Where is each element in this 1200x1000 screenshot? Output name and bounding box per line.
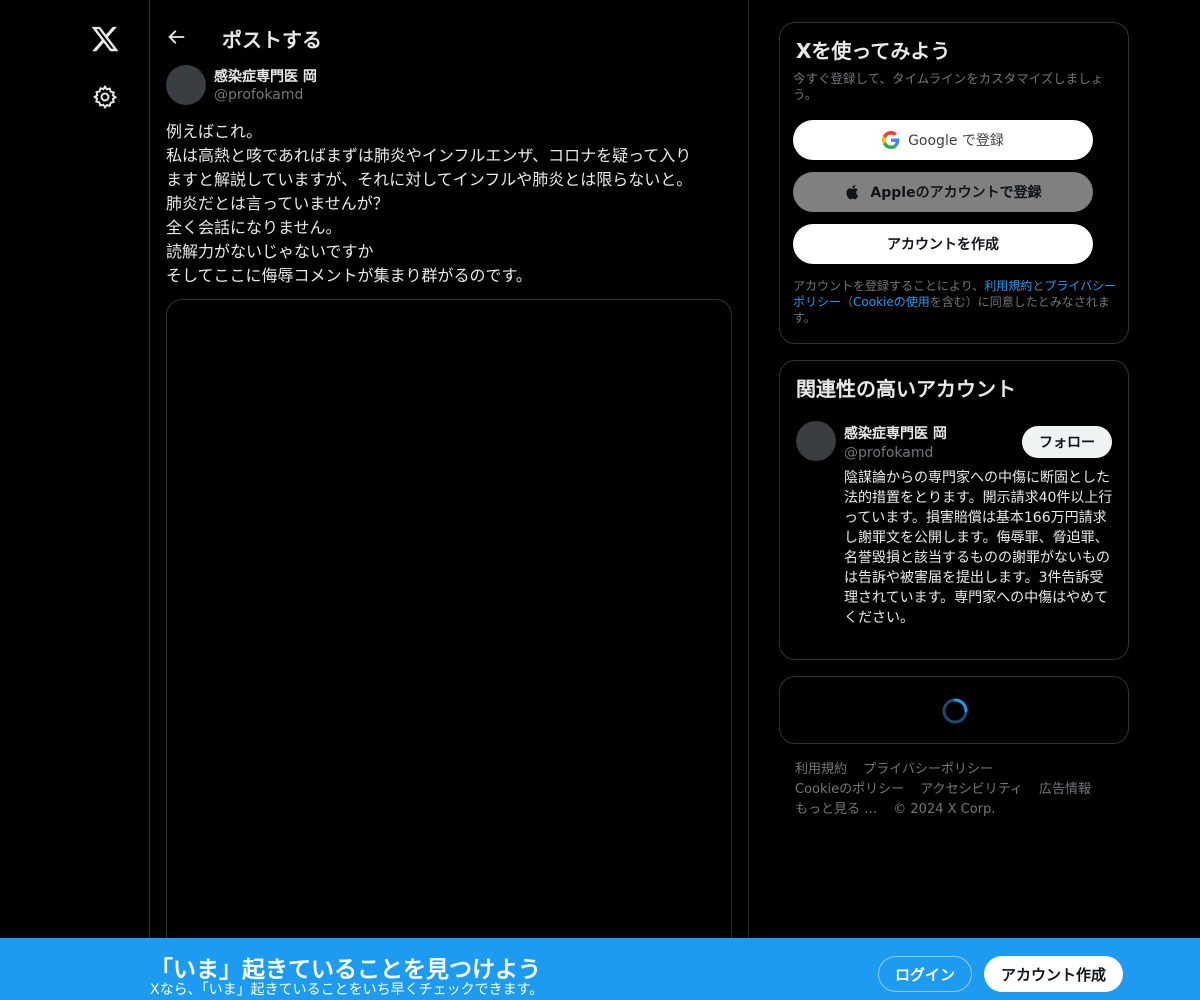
signup-subtitle: 今すぐ登録して、タイムラインをカスタマイズしましょう。 xyxy=(793,71,1104,102)
avatar[interactable] xyxy=(796,421,836,461)
post-line: 読解力がないじゃないですか xyxy=(166,242,374,261)
legal-open-paren: （ xyxy=(841,295,854,309)
google-signup-label: Google で登録 xyxy=(908,133,1004,149)
arrow-left-icon[interactable] xyxy=(164,26,188,48)
copyright: © 2024 X Corp. xyxy=(893,802,996,817)
author-handle[interactable]: @profokamd xyxy=(214,87,303,103)
footer-link-privacy[interactable]: プライバシーポリシー xyxy=(863,762,993,777)
gear-icon[interactable] xyxy=(92,84,118,110)
create-account-label: アカウントを作成 xyxy=(887,237,999,253)
cookie-link[interactable]: Cookieの使用 xyxy=(853,295,930,309)
post-line: 私は高熱と咳であればまずは肺炎やインフルエンザ、コロナを疑って入り xyxy=(166,146,692,165)
x-logo-icon[interactable] xyxy=(90,24,120,54)
signup-card: Xを使ってみよう 今すぐ登録して、タイムラインをカスタマイズしましょう。 Goo… xyxy=(779,22,1129,344)
author-name[interactable]: 感染症専門医 岡 xyxy=(214,66,317,86)
loading-spinner-icon xyxy=(942,698,968,724)
footer-link-more[interactable]: もっと見る … xyxy=(795,802,877,817)
signup-title: Xを使ってみよう xyxy=(796,39,951,63)
bottom-bar-subtitle: Xなら、「いま」起きていることをいち早くチェックできます。 xyxy=(150,982,544,998)
post-line: 肺炎だとは言っていませんが？ xyxy=(166,194,389,213)
main-column: ポストする 感染症専門医 岡 @profokamd 例えばこれ。 私は高熱と咳で… xyxy=(150,0,749,1000)
avatar[interactable] xyxy=(166,65,206,105)
post-line: 例えばこれ。 xyxy=(166,122,263,141)
legal-and: と xyxy=(1032,279,1045,293)
login-button[interactable]: ログイン xyxy=(878,956,972,992)
apple-signup-button[interactable]: Appleのアカウントで登録 xyxy=(793,172,1093,212)
footer-link-terms[interactable]: 利用規約 xyxy=(795,762,847,777)
post-line: ますと解説していますが、それに対してインフルや肺炎とは限らないと。 xyxy=(166,170,693,189)
google-signup-button[interactable]: Google で登録 xyxy=(793,120,1093,160)
related-accounts-card: 関連性の高いアカウント 感染症専門医 岡 @profokamd フォロー 陰謀論… xyxy=(779,360,1129,660)
left-rail xyxy=(0,0,150,1000)
apple-signup-label: Appleのアカウントで登録 xyxy=(870,185,1042,201)
signup-legal-text: アカウントを登録することにより、利用規約とプライバシーポリシー（Cookieの使… xyxy=(793,278,1123,326)
footer-link-accessibility[interactable]: アクセシビリティ xyxy=(920,782,1023,797)
signup-button[interactable]: アカウント作成 xyxy=(984,956,1123,992)
create-account-button[interactable]: アカウントを作成 xyxy=(793,224,1093,264)
legal-prefix: アカウントを登録することにより、 xyxy=(793,279,985,293)
footer-link-cookie[interactable]: Cookieのポリシー xyxy=(795,782,904,797)
related-title: 関連性の高いアカウント xyxy=(796,377,1016,401)
google-icon xyxy=(882,131,900,149)
footer-links: 利用規約 プライバシーポリシー Cookieのポリシー アクセシビリティ 広告情… xyxy=(795,760,1125,820)
post-media[interactable] xyxy=(166,299,732,999)
post-text: 例えばこれ。 私は高熱と咳であればまずは肺炎やインフルエンザ、コロナを疑って入り… xyxy=(166,120,736,288)
post-line: そしてここに侮辱コメントが集まり群がるのです。 xyxy=(166,266,532,285)
footer-link-ads[interactable]: 広告情報 xyxy=(1039,782,1091,797)
bottom-signup-bar: 「いま」起きていることを見つけよう Xなら、「いま」起きていることをいち早くチェ… xyxy=(0,938,1200,1000)
page-title: ポストする xyxy=(222,28,322,52)
apple-icon xyxy=(846,184,859,200)
terms-link[interactable]: 利用規約 xyxy=(984,279,1032,293)
related-account-handle[interactable]: @profokamd xyxy=(844,445,933,461)
related-account-name[interactable]: 感染症専門医 岡 xyxy=(844,423,947,443)
post-line: 全く会話になりません。 xyxy=(166,218,342,237)
related-account-bio: 陰謀論からの専門家への中傷に断固とした法的措置をとります。開示請求40件以上行っ… xyxy=(844,470,1113,626)
loading-card xyxy=(779,676,1129,744)
follow-button[interactable]: フォロー xyxy=(1022,426,1112,458)
